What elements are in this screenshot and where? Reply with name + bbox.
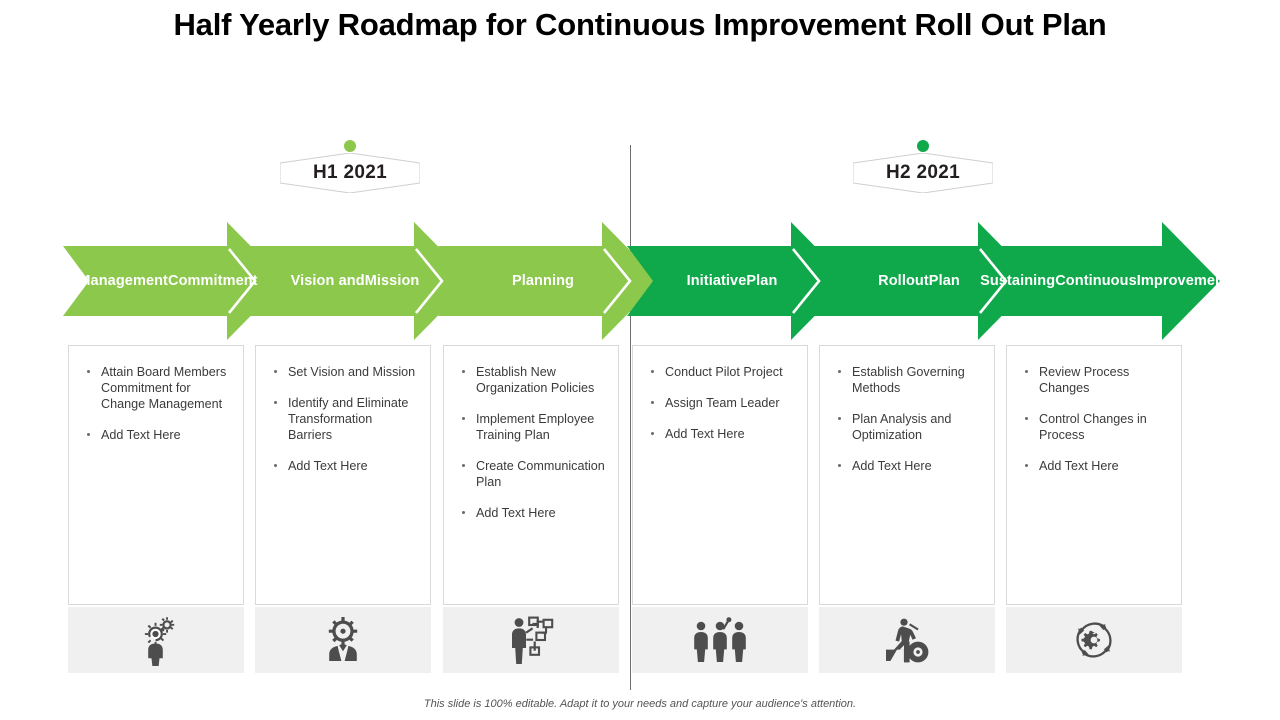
bullet-list: Establish Governing Methods Plan Analysis… (820, 346, 994, 474)
stage-detail-card-rollout-plan: Establish Governing Methods Plan Analysis… (819, 345, 995, 605)
bullet-list: Establish New Organization Policies Imple… (444, 346, 618, 521)
bullet-item: Identify and Eliminate Transformation Ba… (266, 395, 418, 443)
bullet-item: Add Text Here (1017, 458, 1169, 474)
footer-note: This slide is 100% editable. Adapt it to… (423, 698, 857, 710)
bullet-item: Implement Employee Training Plan (454, 411, 606, 443)
stage-arrow-sustaining-continuous-improvement[interactable]: Sustaining Continuous Improvement (980, 222, 1229, 340)
icon-panel-vision-and-mission (255, 607, 431, 673)
gear-cycle-arrows-icon (1069, 615, 1119, 665)
icon-panel-management-commitment (68, 607, 244, 673)
bullet-item: Add Text Here (79, 427, 231, 443)
period-badge-h2[interactable]: H2 2021 (852, 140, 994, 194)
period-label-h1: H1 2021 (313, 162, 387, 183)
stage-detail-card-sustaining-continuous-improvement: Review Process Changes Control Changes in… (1006, 345, 1182, 605)
bullet-item: Review Process Changes (1017, 364, 1169, 396)
person-roller-icon (880, 617, 934, 663)
icon-panel-initiative-plan (632, 607, 808, 673)
period-badge-h1[interactable]: H1 2021 (279, 140, 421, 194)
bullet-item: Conduct Pilot Project (643, 364, 795, 380)
bullet-item: Add Text Here (830, 458, 982, 474)
bullet-list: Set Vision and Mission Identify and Elimi… (256, 346, 430, 474)
bullet-item: Add Text Here (454, 505, 606, 521)
three-people-team-icon (692, 616, 748, 664)
stage-detail-card-vision-and-mission: Set Vision and Mission Identify and Elimi… (255, 345, 431, 605)
period-dot-h2 (917, 140, 929, 152)
bullet-item: Establish New Organization Policies (454, 364, 606, 396)
bullet-item: Set Vision and Mission (266, 364, 418, 380)
stage-detail-card-management-commitment: Attain Board Members Commitment for Chan… (68, 345, 244, 605)
stage-detail-card-initiative-plan: Conduct Pilot Project Assign Team Leader A… (632, 345, 808, 605)
bullet-item: Create Communication Plan (454, 458, 606, 490)
bullet-item: Establish Governing Methods (830, 364, 982, 396)
bullet-list: Review Process Changes Control Changes in… (1007, 346, 1181, 474)
page-title: Half Yearly Roadmap for Continuous Impro… (173, 7, 1107, 42)
bullet-list: Attain Board Members Commitment for Chan… (69, 346, 243, 443)
person-vision-gear-icon (320, 617, 366, 663)
icon-panel-rollout-plan (819, 607, 995, 673)
bullet-item: Attain Board Members Commitment for Chan… (79, 364, 231, 412)
person-gears-icon (130, 614, 182, 666)
person-flowchart-icon (505, 614, 557, 666)
stage-detail-card-planning: Establish New Organization Policies Imple… (443, 345, 619, 605)
stage-arrow-row: Management Commitment Vision and Mission P… (0, 222, 1280, 340)
bullet-item: Control Changes in Process (1017, 411, 1169, 443)
bullet-item: Add Text Here (643, 426, 795, 442)
icon-panel-sustaining-continuous-improvement (1006, 607, 1182, 673)
bullet-list: Conduct Pilot Project Assign Team Leader A… (633, 346, 807, 442)
bullet-item: Assign Team Leader (643, 395, 795, 411)
period-dot-h1 (344, 140, 356, 152)
icon-panel-planning (443, 607, 619, 673)
bullet-item: Add Text Here (266, 458, 418, 474)
bullet-item: Plan Analysis and Optimization (830, 411, 982, 443)
period-label-h2: H2 2021 (886, 162, 960, 183)
